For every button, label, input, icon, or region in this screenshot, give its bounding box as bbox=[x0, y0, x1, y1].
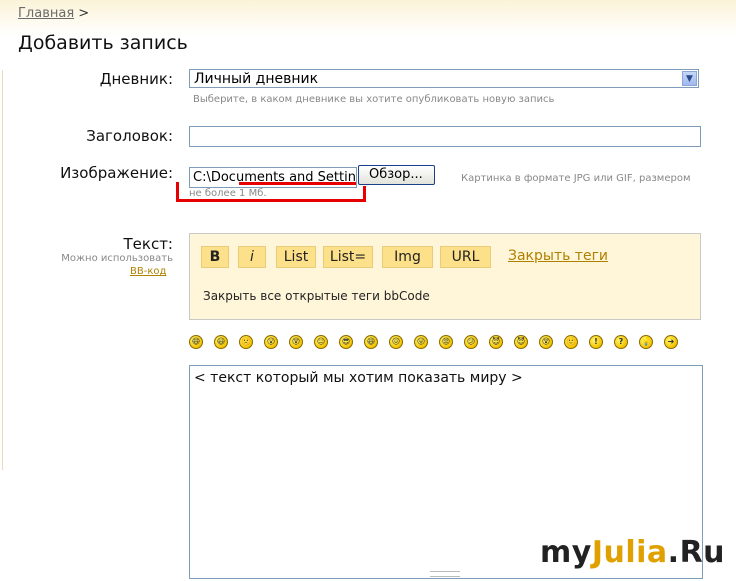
smiley-icon[interactable]: 😈 bbox=[514, 335, 528, 349]
smiley-icon[interactable]: 😎 bbox=[339, 335, 353, 349]
question-icon[interactable]: ? bbox=[614, 335, 628, 349]
smiley-icon[interactable]: 😛 bbox=[414, 335, 428, 349]
watermark-logo: myJulia.Ru bbox=[540, 535, 725, 570]
watermark-part-2: Julia bbox=[591, 535, 668, 570]
page-title: Добавить запись bbox=[18, 32, 188, 54]
smiley-icon[interactable]: 😄 bbox=[189, 335, 203, 349]
url-button[interactable]: URL bbox=[440, 246, 491, 268]
diary-label: Дневник: bbox=[99, 70, 173, 88]
list-button[interactable]: List bbox=[276, 246, 316, 268]
breadcrumb-separator: > bbox=[78, 6, 90, 21]
smiley-icon[interactable]: 😮 bbox=[264, 335, 278, 349]
smiley-icon[interactable]: 😆 bbox=[364, 335, 378, 349]
smiley-icon[interactable]: 🙁 bbox=[239, 335, 253, 349]
smiley-icon[interactable]: 😡 bbox=[439, 335, 453, 349]
bbcode-hint: Можно использовать bbox=[61, 253, 173, 264]
breadcrumb-home-link[interactable]: Главная bbox=[18, 6, 74, 21]
image-label: Изображение: bbox=[60, 164, 173, 182]
header-band bbox=[0, 0, 736, 36]
browse-button[interactable]: Обзор... bbox=[358, 165, 435, 185]
close-all-tags-text: Закрыть все открытые теги bbCode bbox=[203, 289, 430, 303]
post-text-content: < текст который мы хотим показать миру > bbox=[194, 370, 523, 386]
diary-hint: Выберите, в каком дневнике вы хотите опу… bbox=[193, 94, 555, 105]
red-underline-mark bbox=[239, 182, 356, 185]
resize-grip-icon[interactable] bbox=[430, 571, 460, 577]
close-tags-link[interactable]: Закрыть теги bbox=[508, 248, 608, 264]
title-label: Заголовок: bbox=[86, 127, 173, 145]
italic-button[interactable]: i bbox=[238, 246, 266, 268]
smiley-icon[interactable]: 🙂 bbox=[564, 335, 578, 349]
image-hint-size: не более 1 Мб. bbox=[189, 188, 267, 199]
smiley-icon[interactable]: 😵 bbox=[289, 335, 303, 349]
chevron-down-icon[interactable]: ▼ bbox=[682, 71, 697, 86]
text-label: Текст: bbox=[123, 235, 174, 253]
image-button[interactable]: Img bbox=[382, 246, 433, 268]
arrow-right-icon[interactable]: ➜ bbox=[664, 335, 678, 349]
exclamation-icon[interactable]: ! bbox=[589, 335, 603, 349]
breadcrumb: Главная > bbox=[18, 6, 89, 21]
smiley-icon[interactable]: 😵 bbox=[539, 335, 553, 349]
smiley-icon[interactable]: 😃 bbox=[214, 335, 228, 349]
smiley-icon[interactable]: 😖 bbox=[389, 335, 403, 349]
diary-select[interactable]: Личный дневник ▼ bbox=[189, 69, 699, 88]
watermark-part-3: .Ru bbox=[667, 535, 726, 570]
bbcode-link[interactable]: BB-код bbox=[130, 266, 166, 277]
watermark-part-1: my bbox=[540, 535, 592, 570]
image-hint: Картинка в формате JPG или GIF, размером bbox=[461, 173, 691, 184]
red-bracket-bottom bbox=[176, 199, 366, 202]
bold-button[interactable]: B bbox=[201, 246, 229, 268]
red-bracket-right bbox=[363, 186, 366, 202]
smiley-icon[interactable]: 😕 bbox=[464, 335, 478, 349]
smiley-icon[interactable]: 😈 bbox=[489, 335, 503, 349]
smiley-icon[interactable]: 😐 bbox=[314, 335, 328, 349]
left-border bbox=[2, 70, 3, 470]
title-input[interactable] bbox=[189, 126, 701, 147]
red-bracket-left bbox=[176, 182, 179, 200]
lightbulb-icon[interactable]: 💡 bbox=[639, 335, 653, 349]
ordered-list-button[interactable]: List= bbox=[323, 246, 373, 268]
diary-selected-value: Личный дневник bbox=[194, 71, 319, 87]
bbcode-toolbar: B i List List= Img URL Закрыть теги Закр… bbox=[189, 233, 701, 320]
